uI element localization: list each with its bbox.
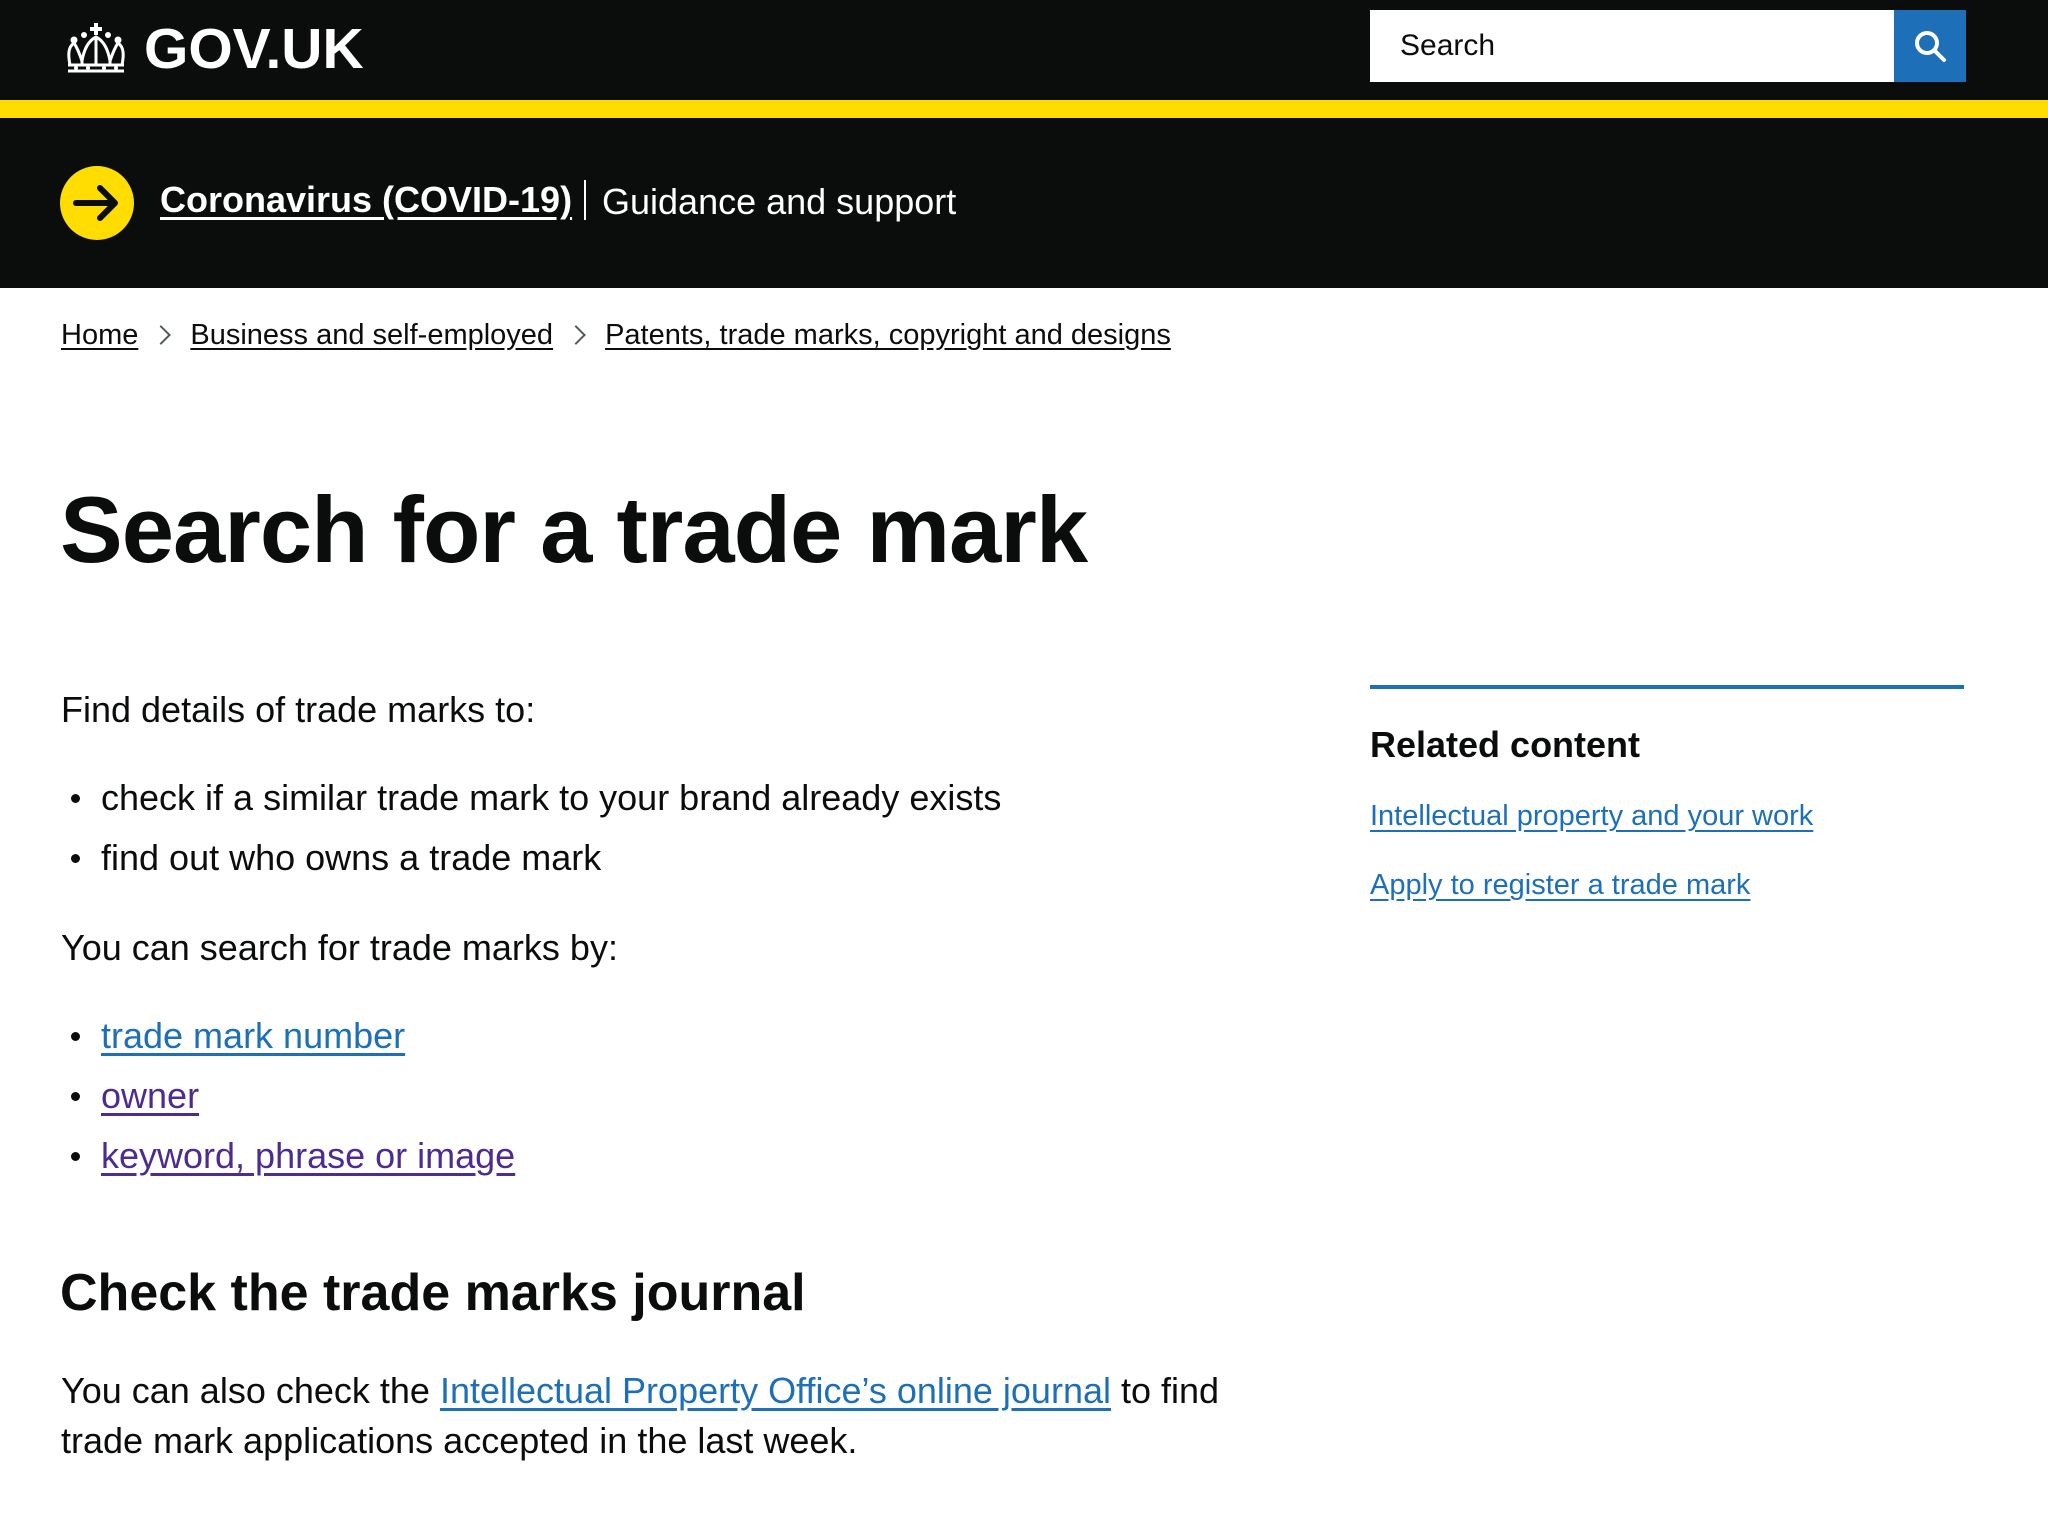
breadcrumb-patents[interactable]: Patents, trade marks, copyright and desi… xyxy=(605,318,1171,353)
breadcrumb: Home Business and self-employed Patents,… xyxy=(61,318,1171,353)
list-item-text: find out who owns a trade mark xyxy=(101,837,602,878)
related-heading: Related content xyxy=(1370,724,1641,765)
search-input[interactable] xyxy=(1370,10,1894,82)
breadcrumb-business[interactable]: Business and self-employed xyxy=(190,318,553,353)
ipo-journal-link[interactable]: Intellectual Property Office’s online jo… xyxy=(440,1370,1111,1411)
search-by-intro: You can search for trade marks by: xyxy=(61,927,618,968)
covid-link[interactable]: Coronavirus (COVID-19) xyxy=(160,178,572,221)
header-yellow-bar xyxy=(0,100,2048,118)
page-title: Search for a trade mark xyxy=(60,477,1088,582)
site-header: GOV.UK xyxy=(0,0,2048,100)
chevron-right-icon xyxy=(566,325,586,346)
list-item: trade mark number xyxy=(61,1012,515,1061)
journal-heading: Check the trade marks journal xyxy=(60,1264,806,1322)
list-item-text: check if a similar trade mark to your br… xyxy=(101,777,1002,818)
chevron-right-icon xyxy=(151,325,172,346)
keyword-phrase-image-link[interactable]: keyword, phrase or image xyxy=(101,1135,515,1176)
breadcrumb-home[interactable]: Home xyxy=(61,318,138,353)
govuk-logo-link[interactable]: GOV.UK xyxy=(60,14,364,84)
owner-link[interactable]: owner xyxy=(101,1075,199,1116)
search-by-list: trade mark number owner keyword, phrase … xyxy=(61,1012,515,1192)
arrow-circle-icon xyxy=(60,166,134,240)
intro-text: Find details of trade marks to: xyxy=(61,689,536,730)
related-item: Intellectual property and your work xyxy=(1370,799,1964,834)
list-item: keyword, phrase or image xyxy=(61,1132,515,1181)
covid-divider xyxy=(584,180,586,220)
magnifier-icon xyxy=(1915,31,1946,62)
related-link-apply-register[interactable]: Apply to register a trade mark xyxy=(1370,869,1750,901)
crown-icon xyxy=(67,23,125,73)
search-button[interactable] xyxy=(1894,10,1966,82)
related-list: Intellectual property and your work Appl… xyxy=(1370,799,1964,903)
logo-text: GOV.UK xyxy=(144,16,364,81)
trade-mark-number-link[interactable]: trade mark number xyxy=(101,1015,405,1056)
related-content: Related content Intellectual property an… xyxy=(1370,685,1964,903)
related-link-intellectual-property[interactable]: Intellectual property and your work xyxy=(1370,800,1813,832)
journal-text-before: You can also check the xyxy=(61,1370,440,1411)
list-item: check if a similar trade mark to your br… xyxy=(61,774,1001,823)
list-item: owner xyxy=(61,1072,515,1121)
search-form xyxy=(1370,10,1966,82)
covid-subtitle: Guidance and support xyxy=(602,181,957,222)
covid-banner: Coronavirus (COVID-19) Guidance and supp… xyxy=(0,118,2048,288)
purpose-list: check if a similar trade mark to your br… xyxy=(61,774,1001,894)
list-item: find out who owns a trade mark xyxy=(61,834,1001,883)
related-item: Apply to register a trade mark xyxy=(1370,868,1964,903)
journal-text: You can also check the Intellectual Prop… xyxy=(61,1366,1271,1467)
